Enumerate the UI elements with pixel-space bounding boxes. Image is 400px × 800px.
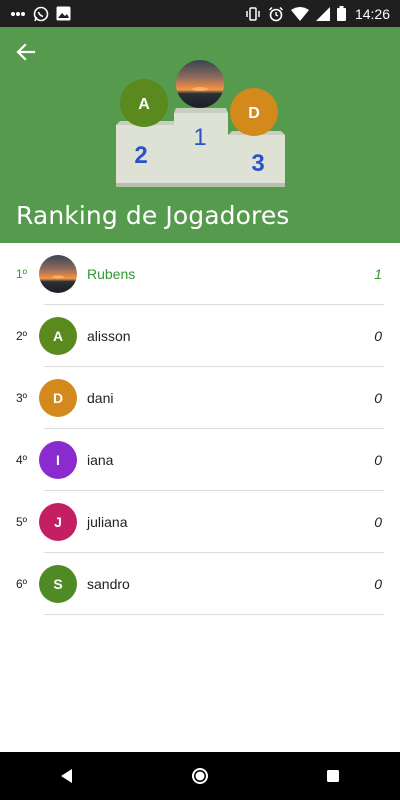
player-name: alisson [87,328,131,344]
ranking-row[interactable]: 1º Rubens 1 [0,243,400,305]
dots-icon [10,11,26,17]
wifi-icon [290,6,309,21]
ranking-position: 4º [16,453,28,467]
avatar-letter: I [56,452,60,468]
podium-illustration: 1 2 3 A D [116,60,285,187]
svg-text:D: D [248,105,260,122]
player-score: 0 [374,390,382,406]
avatar-letter: D [52,390,64,406]
podium-first-number: 1 [193,124,206,151]
avatar: I [39,441,77,479]
svg-text:A: A [138,96,150,113]
image-icon [56,6,71,21]
ranking-row[interactable]: 2º Aalisson 0 [0,305,400,367]
player-score: 1 [374,266,382,282]
ranking-header: 1 2 3 A D Ranking de Jogadores [0,27,400,243]
back-triangle-icon [60,769,72,783]
podium-first-avatar [176,60,224,108]
avatar: J [39,503,77,541]
avatar-letter: S [53,576,63,592]
row-divider [44,614,384,615]
avatar [39,255,77,293]
status-time: 14:26 [354,5,390,22]
ranking-position: 5º [16,515,28,529]
vibrate-icon [245,6,261,22]
player-score: 0 [374,328,382,344]
status-bar: 14:26 [0,0,400,27]
ranking-row[interactable]: 3º Ddani 0 [0,367,400,429]
podium-third-avatar: D [230,88,278,136]
page-title: Ranking de Jogadores [16,201,290,230]
ranking-position: 6º [16,577,28,591]
avatar: S [39,565,77,603]
ranking-row[interactable]: 5º Jjuliana 0 [0,491,400,553]
player-score: 0 [374,514,382,530]
ranking-position: 2º [16,329,28,343]
whatsapp-icon [33,6,49,22]
podium-second-number: 2 [134,142,147,169]
avatar-letter: J [54,514,62,530]
player-name: Rubens [87,266,136,282]
player-score: 0 [374,452,382,468]
alarm-icon [268,6,284,22]
battery-icon [336,6,346,21]
player-name: iana [87,452,114,468]
podium-third-number: 3 [251,150,264,177]
player-name: juliana [87,514,128,530]
sunset-photo-icon [39,255,77,293]
ranking-row[interactable]: 6º Ssandro 0 [0,553,400,615]
ranking-position: 3º [16,391,28,405]
signal-icon [315,6,330,21]
player-score: 0 [374,576,382,592]
podium-second-avatar: A [120,79,168,127]
home-circle-icon [191,768,208,784]
nav-back-button[interactable] [47,756,87,796]
avatar: D [39,379,77,417]
ranking-row[interactable]: 4º Iiana 0 [0,429,400,491]
ranking-position: 1º [16,267,28,281]
nav-home-button[interactable] [180,756,220,796]
nav-overview-button[interactable] [313,756,353,796]
player-name: sandro [87,576,130,592]
avatar: A [39,317,77,355]
avatar-letter: A [52,328,64,344]
navigation-bar [0,752,400,800]
ranking-list: 1º Rubens 1 2º Aalisson 0 3º Ddani 0 4º Iiana 0 5º Jj… [0,243,400,615]
overview-square-icon [327,770,340,782]
player-name: dani [87,390,114,406]
